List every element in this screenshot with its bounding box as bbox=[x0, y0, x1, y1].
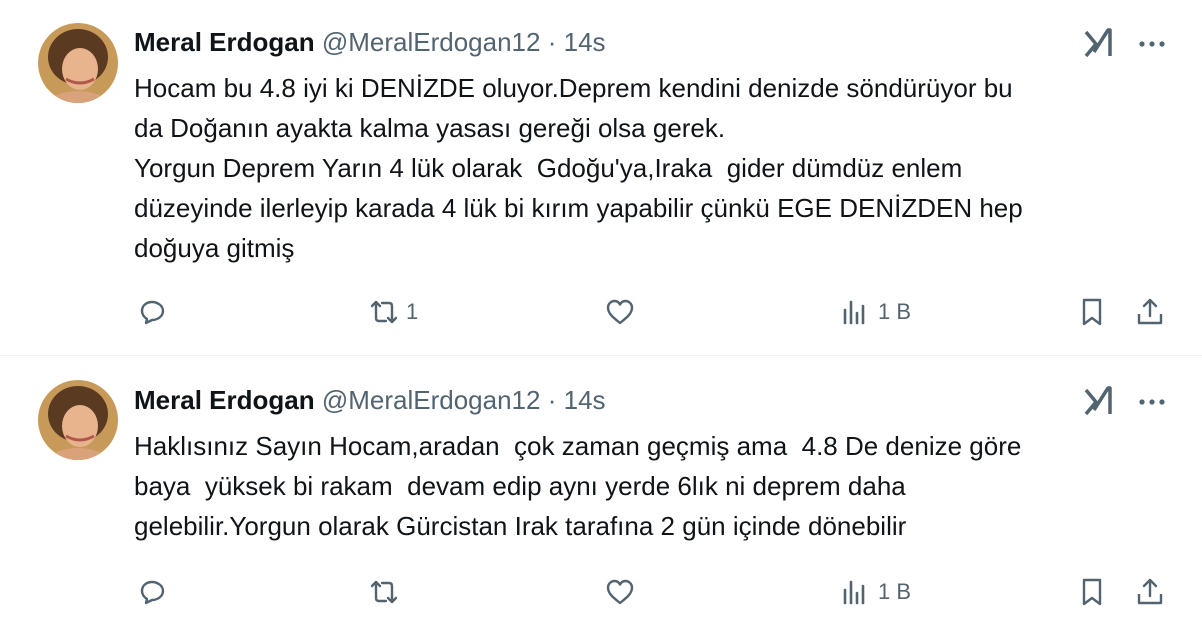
display-name[interactable]: Meral Erdogan bbox=[134, 385, 315, 415]
separator-dot: · bbox=[547, 385, 557, 415]
grok-icon[interactable] bbox=[1080, 24, 1116, 60]
retweet-count: 1 bbox=[406, 299, 419, 324]
more-options-icon[interactable] bbox=[1134, 24, 1170, 60]
tweet-text: Hocam bu 4.8 iyi ki DENİZDE oluyor.Depre… bbox=[134, 73, 1023, 263]
tweet-text: Haklısınız Sayın Hocam,aradan çok zaman … bbox=[134, 431, 1022, 541]
bookmark-icon bbox=[1082, 298, 1102, 326]
views-button[interactable]: 1 B bbox=[840, 292, 911, 332]
avatar[interactable] bbox=[38, 380, 118, 460]
view-count: 1 B bbox=[878, 299, 912, 324]
like-button[interactable] bbox=[604, 292, 636, 332]
display-name[interactable]: Meral Erdogan bbox=[134, 27, 315, 57]
share-button[interactable] bbox=[1134, 292, 1166, 332]
tweet-actions: 1 1 B bbox=[0, 292, 1202, 332]
tweet-2[interactable]: Meral Erdogan @MeralErdogan12 · 14s Hakl… bbox=[0, 356, 1202, 632]
retweet-icon bbox=[370, 580, 398, 604]
tweet-actions: 1 B bbox=[0, 572, 1202, 612]
views-icon bbox=[843, 300, 865, 325]
view-count: 1 B bbox=[878, 579, 912, 604]
heart-icon bbox=[606, 299, 634, 325]
bookmark-button[interactable] bbox=[1076, 572, 1108, 612]
user-handle[interactable]: @MeralErdogan12 bbox=[322, 385, 541, 415]
views-icon bbox=[843, 580, 865, 605]
separator-dot: · bbox=[547, 27, 557, 57]
timestamp[interactable]: 14s bbox=[564, 385, 606, 415]
bookmark-button[interactable] bbox=[1076, 292, 1108, 332]
user-handle[interactable]: @MeralErdogan12 bbox=[322, 27, 541, 57]
reply-icon bbox=[140, 580, 165, 605]
share-button[interactable] bbox=[1134, 572, 1166, 612]
heart-icon bbox=[606, 579, 634, 605]
reply-button[interactable] bbox=[136, 572, 168, 612]
share-icon bbox=[1137, 298, 1163, 325]
more-options-icon[interactable] bbox=[1134, 382, 1170, 418]
views-button[interactable]: 1 B bbox=[840, 572, 911, 612]
retweet-button[interactable] bbox=[368, 572, 406, 612]
tweet-header: Meral Erdogan @MeralErdogan12 · 14s bbox=[134, 24, 606, 60]
timestamp[interactable]: 14s bbox=[564, 27, 606, 57]
tweet-header: Meral Erdogan @MeralErdogan12 · 14s bbox=[134, 382, 606, 418]
reply-icon bbox=[140, 300, 165, 325]
avatar[interactable] bbox=[38, 23, 118, 103]
reply-button[interactable] bbox=[136, 292, 168, 332]
retweet-icon bbox=[370, 300, 398, 324]
grok-icon[interactable] bbox=[1080, 382, 1116, 418]
retweet-button[interactable]: 1 bbox=[368, 292, 418, 332]
bookmark-icon bbox=[1082, 578, 1102, 606]
share-icon bbox=[1137, 578, 1163, 605]
tweet-1[interactable]: Meral Erdogan @MeralErdogan12 · 14s Hoca… bbox=[0, 0, 1202, 355]
like-button[interactable] bbox=[604, 572, 636, 612]
